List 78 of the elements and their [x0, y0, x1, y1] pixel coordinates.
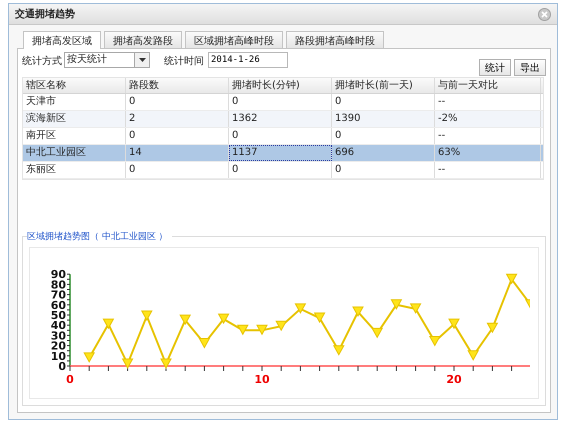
data-point: [352, 306, 364, 317]
data-point: [275, 320, 288, 332]
x-tick-label: 10: [254, 373, 270, 386]
data-point: [467, 350, 480, 361]
table-cell: 1137: [229, 145, 332, 161]
data-point: [448, 318, 460, 330]
table-cell: --: [435, 128, 541, 144]
data-point: [332, 345, 345, 356]
column-header[interactable]: 路段数: [126, 78, 229, 93]
table-cell: 1362: [229, 111, 332, 127]
data-point: [294, 303, 306, 314]
caret-icon: [138, 58, 146, 62]
date-field[interactable]: 2014-1-26: [208, 52, 288, 68]
table-cell: 0: [126, 94, 229, 110]
data-point: [140, 310, 153, 322]
table-cell: 0: [229, 128, 332, 144]
data-point: [218, 314, 230, 324]
table-cell: 14: [126, 145, 229, 161]
table-cell: 0: [332, 94, 435, 110]
tab[interactable]: 路段拥堵高峰时段: [286, 31, 384, 48]
table-cell: 0: [126, 128, 229, 144]
column-header[interactable]: 辖区名称: [23, 78, 126, 93]
table-cell: 1390: [332, 111, 435, 127]
method-dropdown[interactable]: 按天统计: [64, 52, 150, 68]
table-cell: --: [435, 162, 541, 178]
data-point: [102, 318, 114, 330]
table-row[interactable]: 天津市 0 0 0 --: [23, 94, 543, 111]
toolbar-button[interactable]: 导出: [514, 59, 546, 76]
data-point: [486, 322, 498, 334]
data-point: [390, 299, 402, 310]
table-cell: 南开区: [23, 128, 126, 144]
data-point: [179, 314, 192, 326]
column-header[interactable]: 与前一天对比: [435, 78, 541, 93]
table-cell: 0: [229, 94, 332, 110]
table-cell: 东丽区: [23, 162, 126, 178]
data-point: [236, 324, 249, 336]
data-point: [198, 338, 210, 349]
table-cell: --: [435, 94, 541, 110]
table-cell: 滨海新区: [23, 111, 126, 127]
x-tick-label: 0: [66, 373, 74, 386]
data-point: [506, 274, 518, 284]
column-header[interactable]: 拥堵时长(分钟): [229, 78, 332, 93]
toolbar-button[interactable]: 统计: [479, 59, 511, 76]
data-point: [83, 352, 96, 363]
chart-title: 区域拥堵趋势图（ 中北工业园区 ）: [27, 230, 172, 243]
data-point: [410, 303, 422, 314]
method-label: 统计方式: [22, 54, 62, 68]
data-point: [160, 358, 172, 369]
table-row[interactable]: 东丽区 0 0 0 --: [23, 162, 543, 179]
tab[interactable]: 区域拥堵高峰时段: [185, 31, 283, 48]
column-header[interactable]: 拥堵时长(前一天): [332, 78, 435, 93]
table-row[interactable]: 南开区 0 0 0 --: [23, 128, 543, 145]
data-point: [122, 358, 134, 369]
tab[interactable]: 拥堵高发区域: [23, 31, 101, 49]
table-cell: 0: [332, 162, 435, 178]
data-point: [428, 336, 441, 347]
table-cell: 0: [126, 162, 229, 178]
table-row[interactable]: 中北工业园区 14 1137 696 63%: [23, 145, 543, 162]
data-point: [371, 328, 384, 338]
data-point: [256, 324, 268, 336]
table-cell: 0: [229, 162, 332, 178]
table-row[interactable]: 滨海新区 2 1362 1390 -2%: [23, 111, 543, 128]
y-tick-label: 50: [50, 309, 66, 322]
data-point: [524, 299, 530, 310]
table-cell: 中北工业园区: [23, 145, 126, 161]
table-cell: -2%: [435, 111, 541, 127]
table-cell: 0: [332, 128, 435, 144]
table-cell: 天津市: [23, 94, 126, 110]
table-cell: 2: [126, 111, 229, 127]
tab[interactable]: 拥堵高发路段: [104, 31, 182, 48]
window-title: 交通拥堵趋势: [15, 7, 75, 21]
date-label: 统计时间: [164, 54, 204, 68]
x-tick-label: 20: [446, 373, 462, 386]
table-cell: 696: [332, 145, 435, 161]
data-point: [314, 312, 326, 324]
table-cell: 63%: [435, 145, 541, 161]
close-icon[interactable]: [538, 8, 551, 20]
y-tick-label: 0: [58, 360, 66, 373]
